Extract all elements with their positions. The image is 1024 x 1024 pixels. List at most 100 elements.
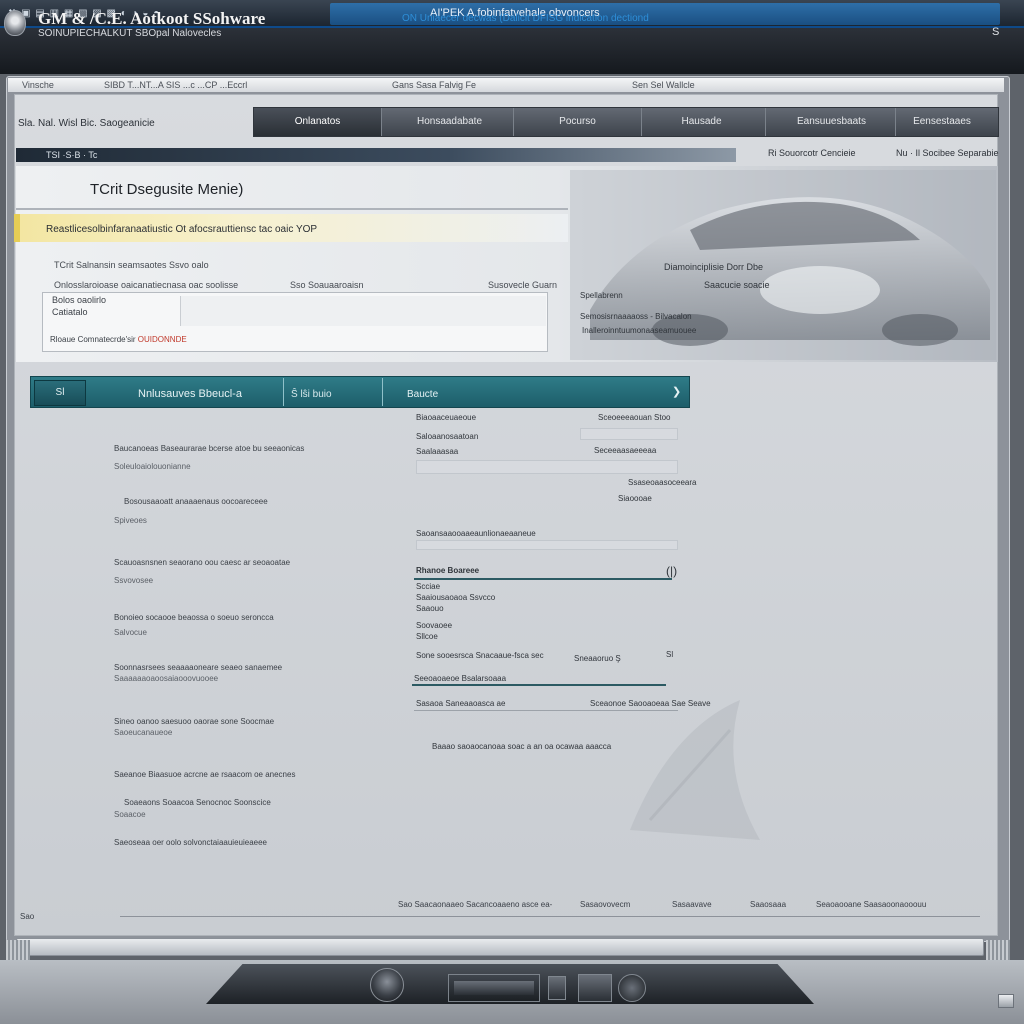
dock-button[interactable] xyxy=(548,976,566,1000)
menu-item-1[interactable]: Vinsche xyxy=(22,80,54,90)
list-item-sub: Salvocue xyxy=(114,628,147,637)
list-item-title[interactable]: Saeoseaa oer oolo solvonctaiaauieuieaeee xyxy=(114,838,267,847)
close-icon[interactable]: S xyxy=(992,26,999,38)
divider xyxy=(414,578,672,580)
chevron-icon[interactable]: ❯ xyxy=(672,385,681,398)
window-icon[interactable] xyxy=(998,994,1014,1008)
list-item-sub: Soleuloaiolouonianne xyxy=(114,462,191,471)
right-label: Spellabrenn xyxy=(580,291,623,300)
tab-2[interactable]: Honsaadabate xyxy=(386,108,514,136)
detail-value: Seceeaasaeeeaa xyxy=(594,446,657,455)
detail-field[interactable] xyxy=(416,460,678,474)
form-footer: Rloaue Comnatecrde'sir OUIDONNDE xyxy=(50,335,187,344)
right-label: Saacucie soacie xyxy=(704,280,770,290)
right-label: Diamoinciplisie Dorr Dbe xyxy=(664,262,764,272)
detail-value: Siaoooae xyxy=(618,494,652,503)
section-title: Rhanoe Boareee xyxy=(416,566,480,575)
toolbar-mid-label[interactable]: Ŝ lŝi buio xyxy=(291,389,332,400)
dock-button[interactable] xyxy=(578,974,612,1002)
field-row-value: Susovecle Guarn xyxy=(488,280,558,290)
detail-label: Saaiousaoaoa Ssvcco xyxy=(416,593,496,602)
footer-item[interactable]: Sao Saacaonaaeo Sacancoaaeno asce ea- xyxy=(398,900,552,909)
field-row-label: Onlosslaroioase oaicanatiecnasa oac sool… xyxy=(54,280,239,290)
form-input-area[interactable] xyxy=(180,296,546,326)
section-subheader: TCrit Salnansin seamsaotes Ssvo oalo xyxy=(54,260,209,270)
app-subtitle: SOINUPIECHALKUT SBOpal Nalovecles xyxy=(38,28,222,39)
tab-5[interactable]: Eansuuesbaats xyxy=(768,108,896,136)
menu-bar: Vinsche SIBD T...NT...A SIS ...c ...CP .… xyxy=(8,78,1004,92)
tab-3[interactable]: Pocurso xyxy=(514,108,642,136)
detail-field[interactable] xyxy=(416,540,678,550)
diagnostic-title: TCrit Dsegusite Menie) xyxy=(90,181,244,198)
toolbar-left-button[interactable]: Sl xyxy=(34,380,86,406)
section-marker[interactable]: (|) xyxy=(666,564,677,578)
footer-item[interactable]: Sasaavave xyxy=(672,900,712,909)
detail-label: Saaouo xyxy=(416,604,444,613)
list-item-title[interactable]: Bonoieo socaooe beaossa o soeuo seroncca xyxy=(114,613,274,622)
list-item-title[interactable]: Scauoasnsnen seaorano oou caesc ar seoao… xyxy=(114,558,290,567)
field-row-mid: Sso Soauaaroaisn xyxy=(290,280,364,290)
section-marker[interactable]: Sl xyxy=(666,650,673,659)
tab-bar: Onlanatos Honsaadabate Pocurso Hausade E… xyxy=(253,107,999,137)
menu-item-3[interactable]: Gans Sasa Falvig Fe xyxy=(392,80,476,90)
tab-4[interactable]: Hausade xyxy=(638,108,766,136)
list-item-title[interactable]: Bosousaaoatt anaaaenaus oocoareceee xyxy=(124,497,268,506)
dock-display-screen xyxy=(454,981,534,995)
detail-label: Biaoaaceuaeoue xyxy=(416,413,477,422)
list-item-title[interactable]: Soonnasrsees seaaaaoneare seaeo sanaemee xyxy=(114,663,282,672)
right-label: Inalleroinntuumonaaseamuouee xyxy=(582,326,697,335)
footer-left: Sao xyxy=(20,912,35,921)
watermark-figure xyxy=(630,700,760,840)
right-label: Semosisrnaaaaoss - Bilvacalon xyxy=(580,312,692,321)
detail-label: Sneaaoruo Ş xyxy=(574,654,621,663)
list-item-sub: Saaaaaaoaoosaiaooovuooee xyxy=(114,674,219,683)
divider xyxy=(382,378,383,406)
form-footer-accent: OUIDONNDE xyxy=(137,335,187,344)
detail-value: Sceoeeeaouan Stoo xyxy=(598,413,671,422)
footer-item[interactable]: Saaosaaa xyxy=(750,900,786,909)
list-item-sub: Soaacoe xyxy=(114,810,146,819)
footer-item[interactable]: Seaoaooane Saasaoonaooouu xyxy=(816,900,926,909)
divider xyxy=(412,684,666,686)
list-item-title[interactable]: Saeanoe Biaasuoe acrcne ae rsaacom oe an… xyxy=(114,770,295,779)
caption: Baaao saoaocanoaa soac a an oa ocawaa aa… xyxy=(432,742,612,751)
toolbar-right-label[interactable]: Baucte xyxy=(407,389,438,400)
divider xyxy=(120,916,980,917)
menu-item-2[interactable]: SIBD T...NT...A SIS ...c ...CP ...Eccrl xyxy=(104,80,247,90)
detail-field[interactable] xyxy=(580,428,678,440)
menu-item-4[interactable]: Sen Sel Wallcle xyxy=(632,80,695,90)
info-strip: TSI ·S·B · Tc xyxy=(16,148,736,162)
form-footer-text: Rloaue Comnatecrde'sir xyxy=(50,335,138,344)
breadcrumb[interactable]: Sla. Nal. Wisl Bic. Saogeanicie xyxy=(18,118,155,129)
list-item-sub: Saoeucanaueoe xyxy=(114,728,173,737)
list-item-title[interactable]: Soaeaons Soaacoa Senocnoc Soonscice xyxy=(124,798,271,807)
tab-1[interactable]: Onlanatos xyxy=(254,108,382,136)
list-item-title[interactable]: Sineo oanoo saesuoo oaorae sone Soocmae xyxy=(114,717,274,726)
status-text-1: Ri Souorcotr Cencieie xyxy=(768,148,856,158)
horizontal-scrollbar[interactable] xyxy=(16,938,984,956)
divider xyxy=(16,208,568,210)
list-item-title[interactable]: Baucanoeas Baseaurarae bcerse atoe bu se… xyxy=(114,444,304,453)
status-text-2: Nu · Il Socibee Separabie xyxy=(896,148,999,158)
highlight-text: Reastlicesolbinfaranaatiustic Ot afocsra… xyxy=(46,224,318,235)
detail-label: Saalaaasaa xyxy=(416,447,459,456)
list-item-sub: Spiveoes xyxy=(114,516,147,525)
dock-round-button[interactable] xyxy=(618,974,646,1002)
divider xyxy=(283,378,284,406)
header-status-text: ON Uniaecer decwas (Dalicit DFISG indica… xyxy=(402,13,649,24)
detail-value: Ssaseoaasoceeara xyxy=(628,478,697,487)
toolbar-title: Nnlusauves Bbeucl-a xyxy=(138,388,242,400)
teal-toolbar xyxy=(30,376,690,408)
list-item-sub: Ssvovosee xyxy=(114,576,154,585)
tab-6[interactable]: Eensestaaes xyxy=(886,108,998,136)
section-title: Seeoaoaeoe Bsalarsoaaa xyxy=(414,674,507,683)
form-label: Catiatalo xyxy=(52,307,88,317)
power-knob-icon[interactable] xyxy=(370,968,404,1002)
detail-label: Soovaoee xyxy=(416,621,453,630)
detail-label: Sasaoa Saneaaoasca ae xyxy=(416,699,506,708)
chevrolet-badge-icon xyxy=(4,10,26,36)
form-label: Bolos oaolirlo xyxy=(52,295,107,305)
detail-label: Sone sooesrsca Snacaaue-fsca sec xyxy=(416,651,544,660)
detail-label: Scciae xyxy=(416,582,441,591)
footer-item[interactable]: Sasaovovecm xyxy=(580,900,630,909)
